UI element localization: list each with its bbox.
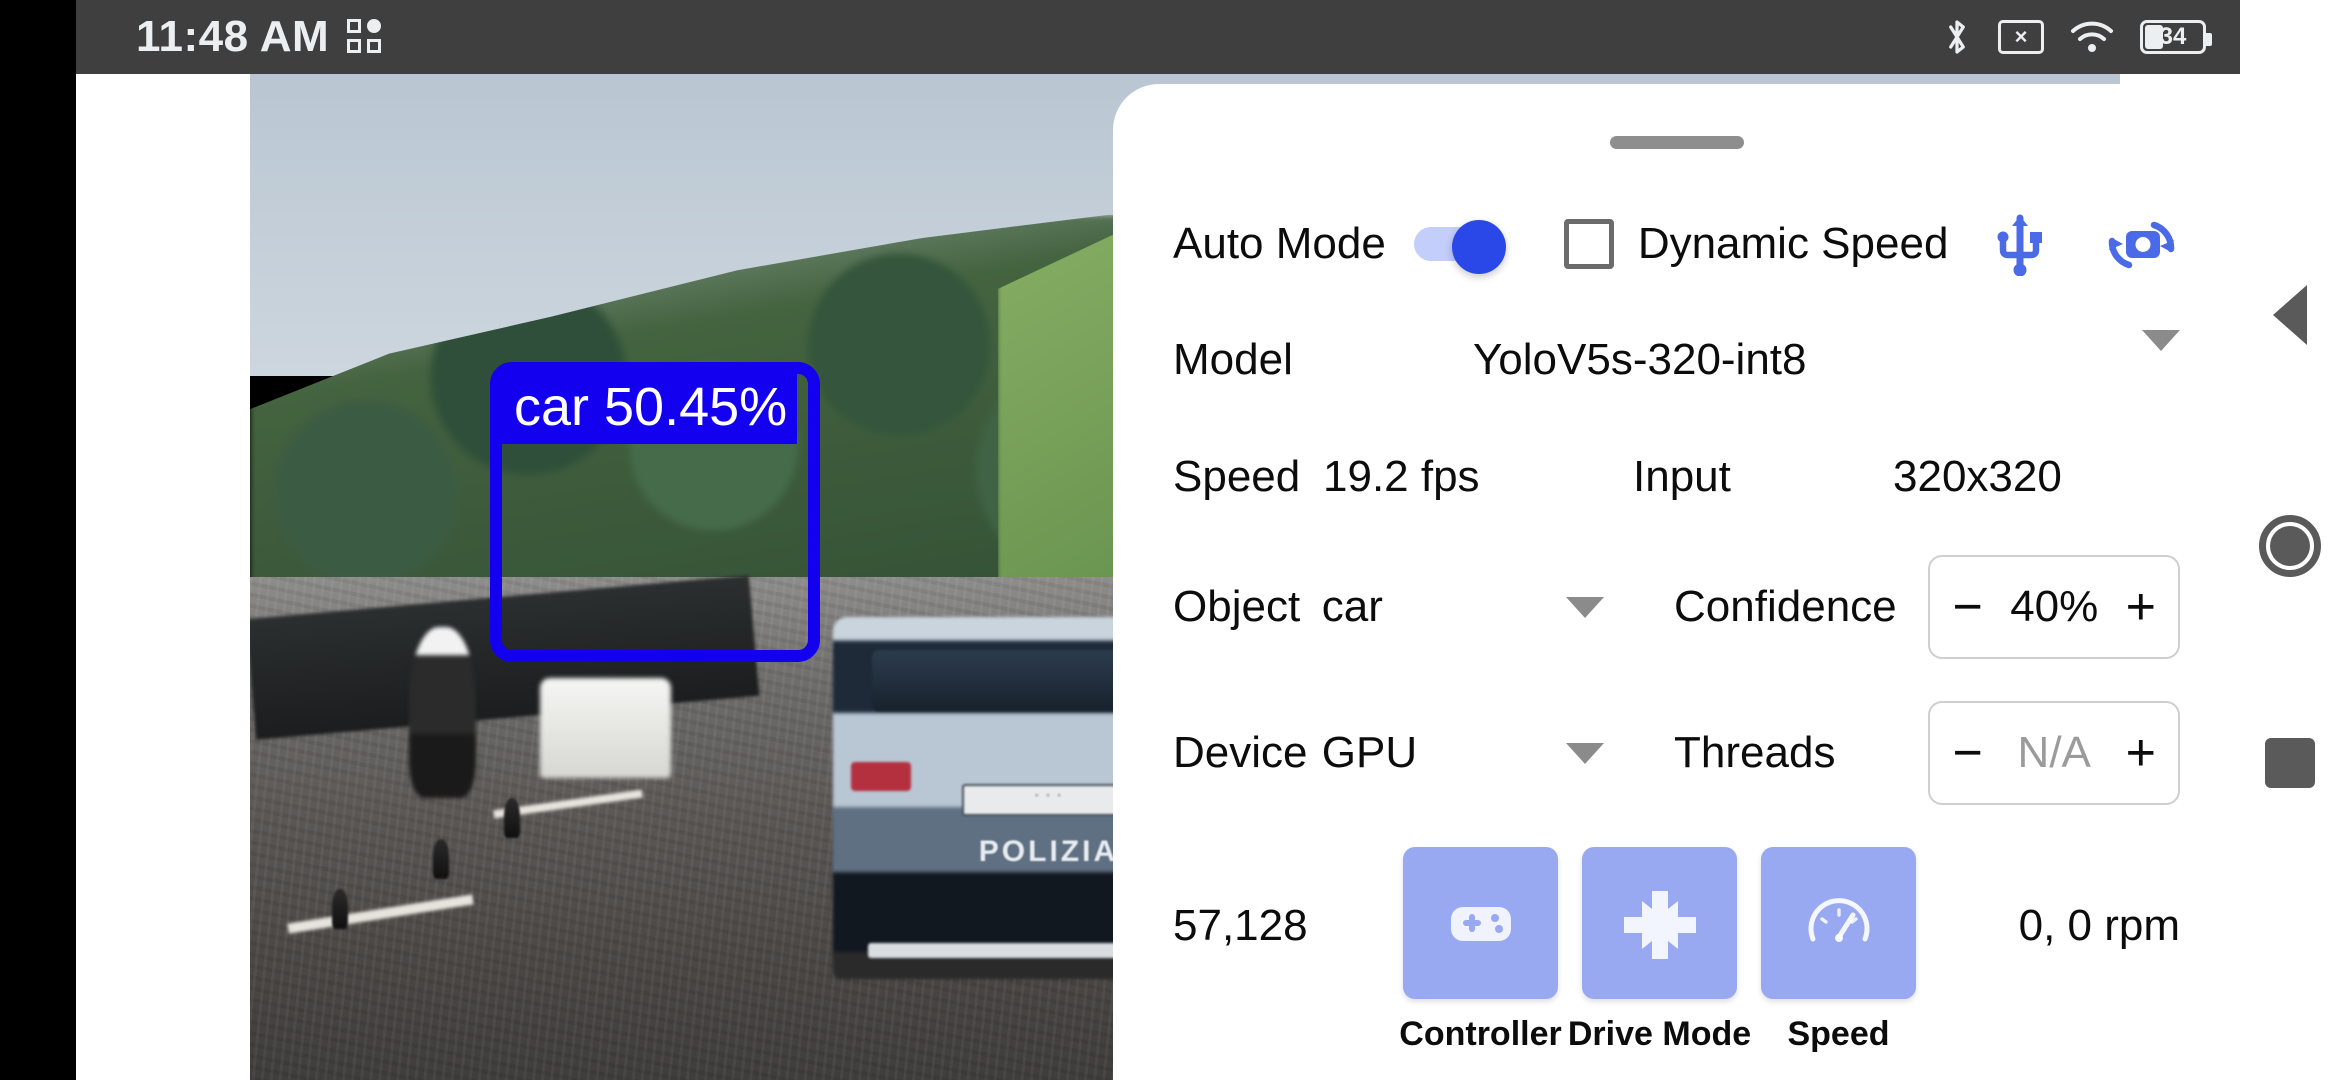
device-label: Device	[1173, 728, 1308, 777]
speed-action[interactable]: Speed	[1761, 847, 1916, 1054]
license-plate-text: · · ·	[1034, 785, 1063, 803]
threads-stepper[interactable]: − N/A +	[1928, 701, 2180, 805]
no-sim-glyph: ×	[2014, 24, 2028, 49]
speed-input-row: Speed 19.2 fps Input 320x320	[1173, 441, 2180, 513]
drag-handle[interactable]	[1609, 136, 1744, 149]
battery-icon: 34	[2140, 20, 2212, 54]
status-bar-left: 11:48 AM	[136, 12, 383, 62]
status-bar-right: × 34	[1942, 16, 2212, 58]
distant-white-car	[539, 677, 671, 779]
threads-decrease-button[interactable]: −	[1952, 727, 1982, 779]
status-clock: 11:48 AM	[136, 12, 330, 61]
telemetry-right-value: 0, 0 rpm	[2018, 901, 2180, 950]
actions-row: 57,128 Controller Drive Mode Speed 0, 0 …	[1173, 847, 2180, 1054]
speedometer-icon	[1808, 898, 1869, 942]
no-sim-icon: ×	[1998, 20, 2044, 54]
detection-label: car 50.45%	[502, 374, 798, 444]
speed-button[interactable]	[1761, 847, 1916, 999]
speed-label: Speed	[1173, 452, 1301, 501]
toggle-thumb	[1451, 220, 1506, 274]
dynamic-speed-checkbox[interactable]	[1563, 219, 1614, 269]
navigation-bar	[2240, 0, 2340, 1080]
drive-mode-label: Drive Mode	[1567, 1015, 1752, 1053]
traffic-cone	[332, 888, 349, 929]
controller-label: Controller	[1399, 1015, 1562, 1053]
controller-action[interactable]: Controller	[1399, 847, 1562, 1054]
bluetooth-icon	[1942, 16, 1972, 58]
chevron-down-icon[interactable]	[2142, 330, 2180, 369]
device-value[interactable]: GPU	[1322, 728, 1567, 778]
drive-mode-action[interactable]: Drive Mode	[1568, 847, 1751, 1054]
model-label: Model	[1173, 335, 1293, 384]
auto-mode-row: Auto Mode Dynamic Speed	[1173, 201, 2180, 287]
speed-action-label: Speed	[1787, 1015, 1890, 1053]
object-value[interactable]: car	[1322, 582, 1567, 632]
control-panel: Auto Mode Dynamic Speed Model YoloV5s-32…	[1113, 84, 2240, 1080]
device-dropdown-chevron-down-icon[interactable]	[1566, 742, 1674, 764]
drive-mode-button[interactable]	[1582, 847, 1737, 999]
dynamic-speed-label: Dynamic Speed	[1637, 219, 1949, 268]
battery-level: 34	[2159, 23, 2187, 50]
confidence-value: 40%	[2010, 582, 2099, 631]
usb-icon[interactable]	[1990, 212, 2050, 277]
confidence-stepper[interactable]: − 40% +	[1928, 555, 2180, 659]
speed-value: 19.2 fps	[1323, 452, 1480, 501]
detection-bounding-box: car 50.45%	[490, 362, 820, 662]
license-plate: · · ·	[962, 783, 1135, 817]
gamepad-icon	[1450, 907, 1511, 941]
screen-root: · · · POLIZIA car 50.45% 11:48 AM × 34 A…	[0, 0, 2340, 1080]
input-value: 320x320	[1893, 452, 2062, 501]
device-threads-row: Device GPU Threads − N/A +	[1173, 701, 2180, 805]
model-row[interactable]: Model YoloV5s-320-int8	[1173, 321, 2180, 399]
input-label: Input	[1633, 452, 1731, 501]
back-triangle-icon[interactable]	[2273, 285, 2307, 345]
wifi-icon	[2070, 20, 2114, 54]
threads-increase-button[interactable]: +	[2126, 727, 2156, 779]
confidence-label: Confidence	[1674, 582, 1897, 631]
home-circle-icon[interactable]	[2259, 515, 2321, 577]
model-value: YoloV5s-320-int8	[1473, 335, 1807, 384]
object-confidence-row: Object car Confidence − 40% +	[1173, 555, 2180, 659]
confidence-decrease-button[interactable]: −	[1952, 581, 1982, 633]
object-dropdown-chevron-down-icon[interactable]	[1566, 596, 1674, 618]
tail-light-left	[850, 762, 911, 792]
threads-value: N/A	[2017, 728, 2091, 777]
status-bar: 11:48 AM × 34	[76, 0, 2240, 74]
telemetry-left-value: 57,128	[1173, 901, 1308, 950]
camera-switch-icon[interactable]	[2102, 209, 2180, 279]
apps-grid-icon	[347, 19, 383, 55]
threads-label: Threads	[1674, 728, 1836, 777]
recents-square-icon[interactable]	[2265, 738, 2315, 788]
auto-mode-label: Auto Mode	[1173, 219, 1386, 268]
auto-mode-toggle[interactable]	[1413, 220, 1506, 274]
dpad-icon	[1623, 891, 1696, 959]
letterbox-left	[0, 0, 76, 1080]
motorcyclist	[408, 627, 477, 799]
traffic-cone	[504, 798, 521, 839]
action-button-group: Controller Drive Mode Speed	[1399, 847, 1916, 1054]
traffic-cone	[433, 838, 450, 879]
controller-button[interactable]	[1403, 847, 1558, 999]
confidence-increase-button[interactable]: +	[2126, 581, 2156, 633]
object-label: Object	[1173, 582, 1301, 631]
